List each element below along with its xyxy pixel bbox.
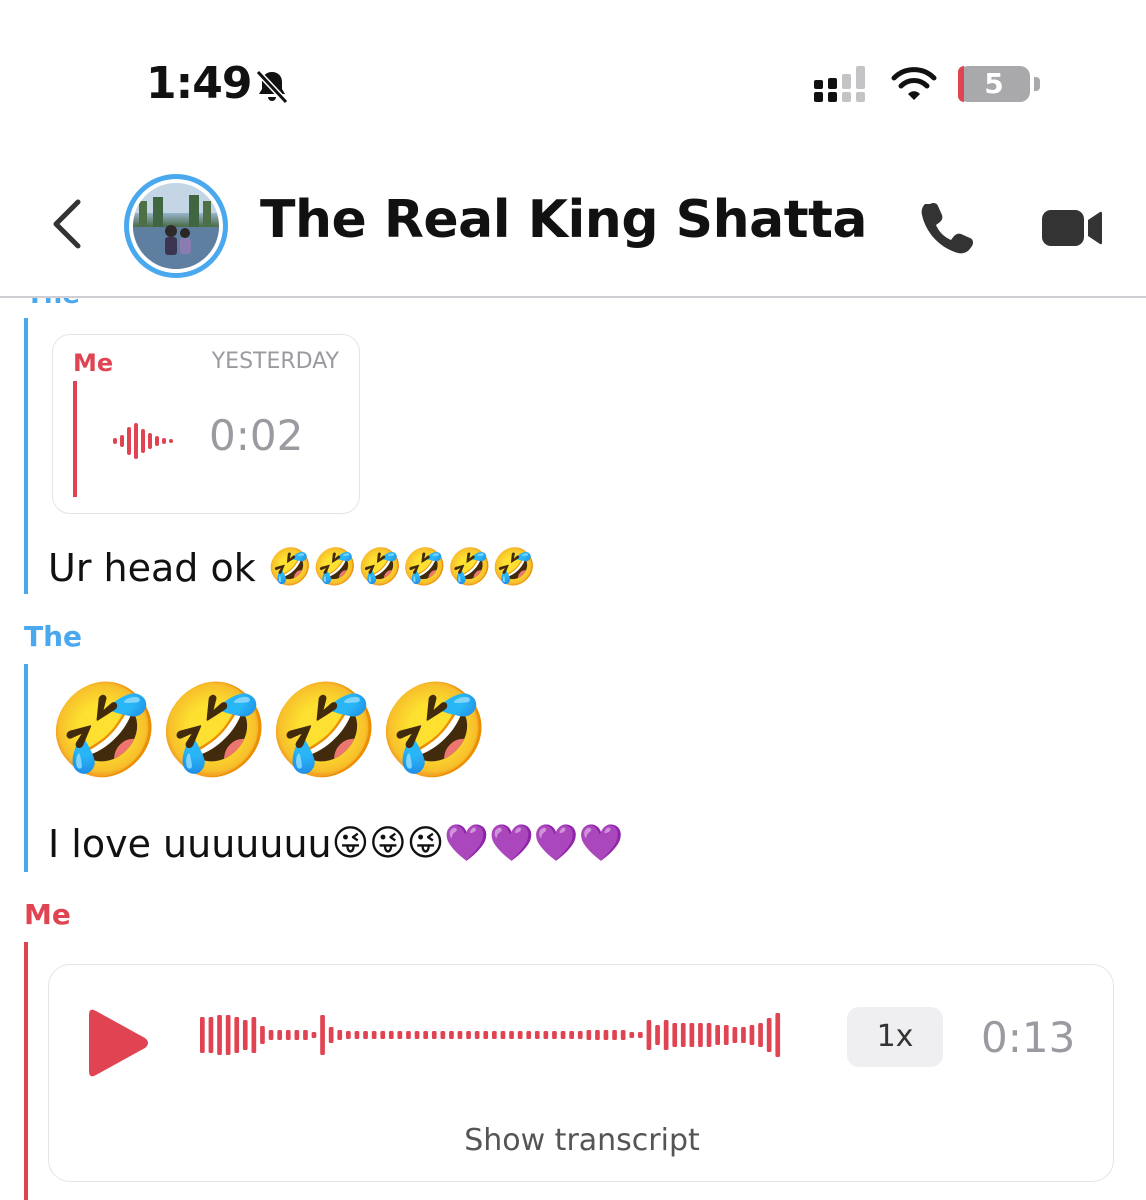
phone-call-icon[interactable] — [918, 200, 978, 256]
chat-header: The Real King Shatta — [0, 150, 1146, 298]
sender-bar-friend — [24, 318, 28, 594]
quoted-duration: 0:02 — [209, 411, 304, 460]
quoted-voice-note-card[interactable]: Me YESTERDAY 0:02 — [52, 334, 360, 514]
show-transcript-button[interactable]: Show transcript — [49, 1123, 1115, 1158]
sender-label-friend: The — [24, 620, 83, 653]
message-text-body: Ur head ok — [48, 546, 268, 590]
chat-title[interactable]: The Real King Shatta — [260, 190, 868, 250]
sender-label-me: Me — [24, 898, 71, 931]
message-text[interactable]: I love uuuuuuu 😜😜😜💜💜💜💜 — [48, 822, 624, 866]
playback-speed-button[interactable]: 1x — [847, 1007, 943, 1067]
avatar-image — [133, 183, 219, 269]
wifi-icon — [891, 67, 937, 100]
voice-waveform[interactable] — [199, 1013, 783, 1057]
status-bar: 1:49 5 — [0, 0, 1146, 150]
chat-thread[interactable]: The Me YESTERDAY 0:02 Ur head ok 🤣🤣🤣🤣🤣🤣 … — [0, 298, 1146, 1200]
battery-percent: 5 — [984, 67, 1004, 100]
cellular-signal-icon — [814, 66, 865, 102]
back-chevron-icon[interactable] — [44, 194, 94, 254]
audio-wave-icon — [113, 423, 173, 459]
sender-bar-friend — [24, 664, 28, 872]
sender-label-cut: The — [26, 298, 80, 310]
video-call-icon[interactable] — [1040, 206, 1104, 250]
quoted-sender-bar — [73, 381, 77, 497]
quoted-date: YESTERDAY — [211, 349, 339, 374]
winking-heart-emoji-icon: 😜😜😜💜💜💜💜 — [331, 823, 624, 864]
big-emoji-message[interactable]: 🤣🤣🤣🤣 — [48, 676, 490, 786]
quoted-sender: Me — [73, 349, 114, 377]
message-text-body: I love uuuuuuu — [48, 822, 332, 866]
sender-bar-me — [24, 942, 28, 1200]
voice-note-card[interactable]: 1x 0:13 Show transcript — [48, 964, 1114, 1182]
battery-icon: 5 — [958, 66, 1030, 102]
voice-duration: 0:13 — [981, 1013, 1076, 1062]
laughing-emoji-icon: 🤣🤣🤣🤣🤣🤣 — [267, 547, 537, 588]
message-text[interactable]: Ur head ok 🤣🤣🤣🤣🤣🤣 — [48, 546, 537, 590]
avatar[interactable] — [124, 174, 228, 278]
silent-bell-icon — [255, 69, 289, 105]
battery-tip — [1034, 77, 1040, 91]
play-icon[interactable] — [81, 1005, 151, 1081]
clock: 1:49 — [146, 58, 252, 109]
